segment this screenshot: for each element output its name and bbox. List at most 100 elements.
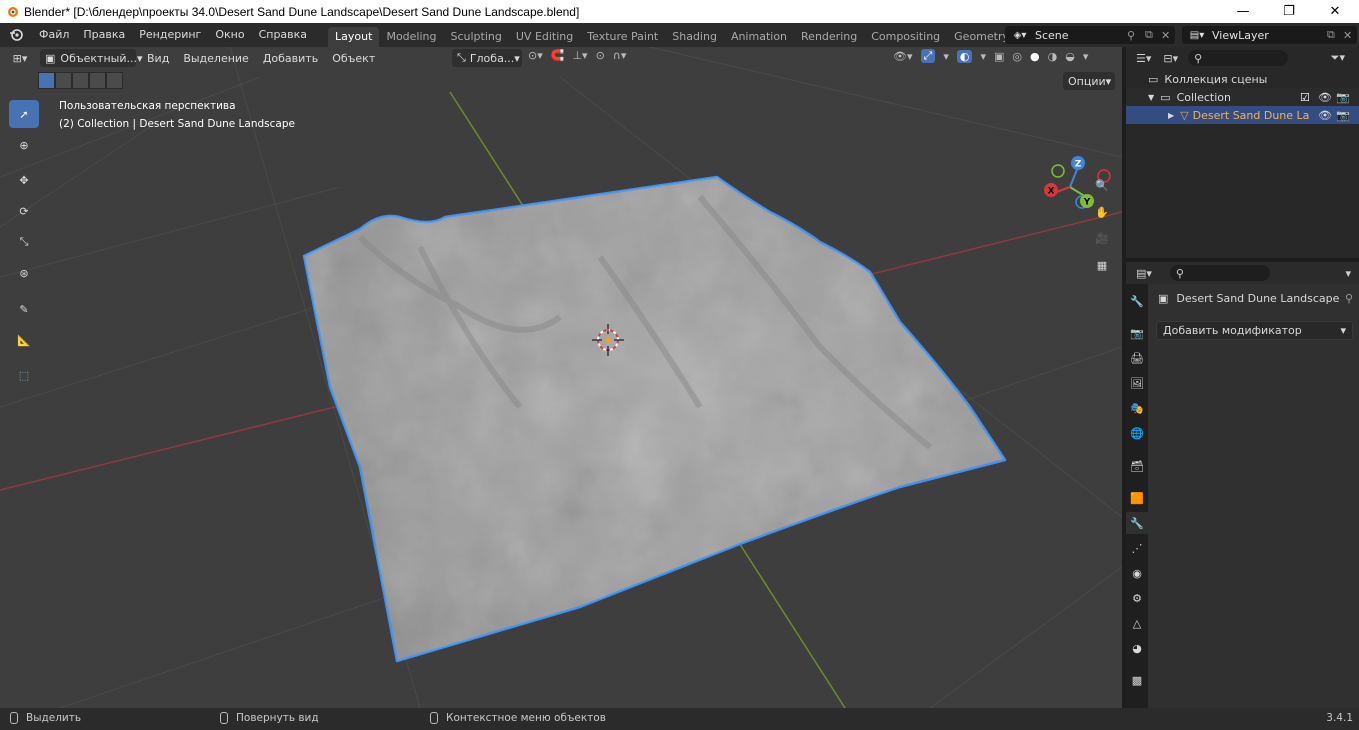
data-tab-icon[interactable]: △ [1126,612,1148,634]
xray-icon[interactable]: ▣ [994,50,1004,63]
outliner-object[interactable]: ▶ ▽ Desert Sand Dune La 👁 📷 [1126,106,1359,124]
menu-window[interactable]: Окно [208,24,251,46]
outliner-editor-icon[interactable]: ☰▾ [1136,52,1151,65]
material-shading-icon[interactable]: ◑ [1048,50,1058,63]
menu-help[interactable]: Справка [252,24,314,46]
add-modifier-dropdown[interactable]: Добавить модификатор ▾ [1156,321,1353,340]
tab-uv-editing[interactable]: UV Editing [509,27,580,47]
zoom-icon[interactable]: 🔍 [1090,173,1114,197]
select-invert-icon[interactable] [89,72,106,89]
menu-file[interactable]: Файл [32,24,76,46]
overlays-settings-icon[interactable]: ▾ [980,50,986,63]
falloff-icon[interactable]: ∩▾ [613,49,627,62]
3d-viewport[interactable]: ⊞▾ ▣ Объектный... ▾ Вид Выделение Добави… [0,47,1122,708]
props-options-icon[interactable]: ▾ [1345,267,1351,280]
close-button[interactable]: ✕ [1312,0,1358,23]
display-mode-icon[interactable]: ⊟▾ [1163,52,1178,65]
options-dropdown[interactable]: Опции ▾ [1063,72,1115,90]
outliner-search-input[interactable]: ⚲ [1188,50,1289,66]
new-view-layer-icon[interactable]: ⧉ [1327,28,1343,42]
tab-sculpting[interactable]: Sculpting [444,27,509,47]
scene-tab-icon[interactable]: 🎭 [1126,397,1148,419]
orientation-dropdown[interactable]: ⤡ Глоба... ▾ [452,49,522,67]
solid-shading-icon[interactable]: ● [1030,50,1040,63]
remove-view-layer-icon[interactable]: ✕ [1343,29,1357,42]
tab-layout[interactable]: Layout [328,27,380,47]
tab-shading[interactable]: Shading [665,27,724,47]
shading-settings-icon[interactable]: ▾ [1083,50,1089,63]
terrain-mesh[interactable] [302,175,1007,663]
new-scene-icon[interactable]: ⧉ [1145,28,1161,42]
cursor-tool[interactable]: ⊕ [9,131,39,159]
menu-render[interactable]: Рендеринг [132,24,208,46]
physics-tab-icon[interactable]: ◉ [1126,562,1148,584]
camera-view-icon[interactable]: 🎥 [1090,226,1114,250]
outliner-collection[interactable]: ▼ ▭ Collection ☑ 👁 📷 [1126,88,1359,106]
rendered-shading-icon[interactable]: ◒ [1065,50,1075,63]
select-subtract-icon[interactable] [72,72,89,89]
gizmo-toggle-icon[interactable]: ⤢ [920,49,936,63]
tab-modeling[interactable]: Modeling [379,27,443,47]
properties-editor[interactable]: ▤▾ ⚲ ▾ 🔧 📷 🖨 🖼 🎭 🌐 🗃 🟧 🔧 ⋰ ◉ ⚙ △ ◕ ▩ ▣ D… [1126,262,1359,708]
constraints-tab-icon[interactable]: ⚙ [1126,587,1148,609]
collection-visibility-icon[interactable]: 👁 [1318,91,1332,104]
remove-scene-icon[interactable]: ✕ [1161,29,1175,42]
move-tool[interactable]: ✥ [9,166,39,194]
include-checkbox-icon[interactable]: ☑ [1300,91,1310,104]
pin-icon[interactable]: ⚲ [1127,29,1145,42]
menu-object[interactable]: Объект [325,52,382,65]
maximize-button[interactable]: ❐ [1266,0,1312,23]
tool-tab-icon[interactable]: 🔧 [1126,290,1148,312]
expand-icon[interactable]: ▼ [1148,93,1154,102]
object-tab-icon[interactable]: 🟧 [1126,487,1148,509]
snap-icon[interactable]: 🧲 [551,49,565,62]
pin-properties-icon[interactable]: ⚲ [1345,292,1353,305]
scene-selector[interactable]: ◈▾ Scene ⚲ ⧉ ✕ [1005,26,1175,44]
world-tab-icon[interactable]: 🌐 [1126,422,1148,444]
menu-add[interactable]: Добавить [256,52,325,65]
select-new-icon[interactable] [38,72,55,89]
tab-rendering[interactable]: Rendering [794,27,864,47]
select-intersect-icon[interactable] [106,72,123,89]
collection-tab-icon[interactable]: 🗃 [1126,455,1148,477]
measure-tool[interactable]: 📐 [9,326,39,354]
visibility-icon[interactable]: 👁▾ [893,50,913,63]
annotate-tool[interactable]: ✎ [9,295,39,323]
particles-tab-icon[interactable]: ⋰ [1126,537,1148,559]
mode-dropdown[interactable]: ▣ Объектный... ▾ [40,49,143,67]
properties-editor-icon[interactable]: ▤▾ [1136,267,1152,280]
tab-texture-paint[interactable]: Texture Paint [580,27,665,47]
snap-settings-icon[interactable]: ⊥▾ [572,49,587,62]
object-render-icon[interactable]: 📷 [1336,109,1350,122]
outliner-scene-collection[interactable]: ▭ Коллекция сцены [1126,70,1359,88]
view-layer-tab-icon[interactable]: 🖼 [1126,372,1148,394]
rotate-tool[interactable]: ⟳ [9,197,39,225]
texture-tab-icon[interactable]: ▩ [1126,669,1148,691]
modifier-tab-icon[interactable]: 🔧 [1126,512,1148,534]
pan-hand-icon[interactable]: ✋ [1090,200,1114,224]
blender-menu-icon[interactable] [0,23,32,47]
output-tab-icon[interactable]: 🖨 [1126,347,1148,369]
properties-search-input[interactable]: ⚲ [1169,265,1270,281]
select-box-tool[interactable]: ➚ [9,100,39,128]
ortho-toggle-icon[interactable]: ▦ [1090,253,1114,277]
select-extend-icon[interactable] [55,72,72,89]
filter-icon[interactable]: ⏷▾ [1331,51,1345,65]
gizmo-settings-icon[interactable]: ▾ [943,50,949,63]
collection-render-icon[interactable]: 📷 [1336,91,1350,104]
scale-tool[interactable]: ⤡ [9,228,39,256]
proportional-edit-icon[interactable]: ⊙ [596,49,605,62]
menu-select[interactable]: Выделение [176,52,256,65]
outliner[interactable]: ☰▾ ⊟▾ ⚲ ⏷▾ ▭ Коллекция сцены ▼ ▭ Collect… [1126,47,1359,258]
wireframe-shading-icon[interactable]: ◎ [1012,50,1022,63]
view-layer-selector[interactable]: ▤▾ ViewLayer ⧉ ✕ [1182,26,1357,44]
expand-object-icon[interactable]: ▶ [1168,111,1174,120]
menu-view[interactable]: Вид [140,52,176,65]
add-cube-tool[interactable]: ⬚ [9,361,39,389]
tab-compositing[interactable]: Compositing [864,27,947,47]
render-tab-icon[interactable]: 📷 [1126,322,1148,344]
neg-y-axis-icon[interactable] [1051,164,1065,178]
editor-type-icon[interactable]: ⊞▾ [0,47,40,69]
menu-edit[interactable]: Правка [76,24,132,46]
transform-tool[interactable]: ⊛ [9,259,39,287]
